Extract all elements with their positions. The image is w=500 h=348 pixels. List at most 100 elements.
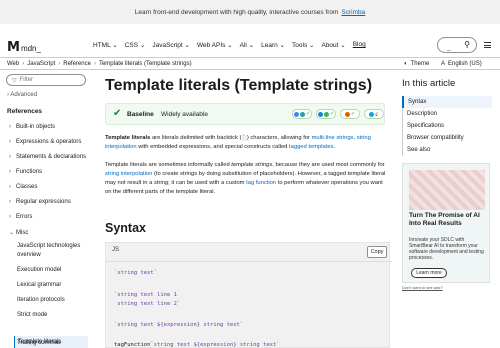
chevron-right-icon: › (9, 184, 11, 190)
ad-headline: Turn The Promise of AI Into Real Results (409, 212, 480, 227)
chevron-right-icon: › (9, 139, 11, 145)
sidebar-item-expressions[interactable]: › Expressions & operators (9, 139, 81, 145)
menu-icon[interactable] (484, 42, 491, 48)
link-string-interpolation[interactable]: string interpolation (105, 171, 152, 177)
nav-all[interactable]: All ⌄ (240, 41, 254, 49)
link-tag-function[interactable]: tag function (246, 180, 276, 186)
nav-blog[interactable]: Blog (353, 41, 366, 49)
theme-switcher[interactable]: ◐ Theme (404, 61, 429, 67)
toc-title: In this article (402, 78, 456, 89)
link-multi-line-strings[interactable]: multi-line strings (312, 135, 354, 141)
sidebar-filter-input[interactable]: ▽ Filter (6, 74, 86, 86)
nav-tools[interactable]: Tools ⌄ (292, 41, 314, 49)
nav-web-apis[interactable]: Web APIs ⌄ (197, 41, 233, 49)
code-divider (106, 261, 391, 262)
code-line-4: tagFunction`string text ${expression} st… (114, 342, 280, 348)
chevron-right-icon: › (58, 61, 61, 67)
ad-opt-out-link[interactable]: Don't want to see ads? (402, 285, 443, 290)
text: Template literals are sometimes informal… (105, 162, 232, 168)
sidebar-item-functions[interactable]: › Functions (9, 169, 42, 175)
text: with embedded expressions, and special c… (136, 144, 290, 150)
header-divider (0, 57, 500, 58)
firefox-icon: ✓ (340, 109, 360, 119)
sidebar-item-errors[interactable]: › Errors (9, 214, 32, 220)
toc-item-syntax[interactable]: Syntax (402, 96, 492, 108)
search-button[interactable]: _ ⚲ (437, 37, 477, 53)
toc-item-description[interactable]: Description (402, 108, 492, 120)
promo-banner: Learn front-end development with high qu… (0, 0, 500, 24)
filter-placeholder: Filter (19, 77, 33, 83)
toc-item-specifications[interactable]: Specifications (402, 120, 492, 132)
sidebar-item-label: Functions (16, 169, 43, 175)
chrome-edge-icon: ✓ (292, 109, 312, 119)
intro-paragraph: Template literals are literals delimited… (105, 134, 390, 152)
sidebar-item-lexical-grammar[interactable]: Lexical grammar (17, 281, 61, 290)
code-language: JS (112, 247, 120, 253)
chevron-right-icon: › (9, 154, 11, 160)
advanced-toggle[interactable]: › Advanced (7, 92, 37, 98)
chevron-right-icon: › (9, 214, 11, 220)
sidebar-item-iteration-protocols[interactable]: Iteration protocols (17, 296, 65, 305)
chevron-right-icon: › (9, 169, 11, 175)
tag-function-name: tagFunction (114, 342, 151, 348)
filter-icon: ▽ (12, 77, 17, 84)
sidebar-item-strict-mode[interactable]: Strict mode (17, 311, 47, 320)
link-tagged-templates[interactable]: tagged templates (289, 144, 333, 150)
sidebar-item-label: Misc (16, 230, 29, 236)
advanced-label: Advanced (10, 92, 38, 98)
sidebar-item-misc[interactable]: ⌄ Misc (9, 229, 28, 236)
sidebar-heading: References (7, 108, 43, 115)
mdn-logo[interactable]: M mdn_ (7, 40, 41, 55)
nav-about[interactable]: About ⌄ (321, 41, 345, 49)
banner-link[interactable]: Scrimba (341, 9, 365, 16)
breadcrumb-current[interactable]: Template literals (Template strings) (99, 61, 192, 67)
search-shortcut: _ (447, 44, 451, 51)
text: ) characters, allowing for (246, 135, 312, 141)
sidebar-item-classes[interactable]: › Classes (9, 184, 37, 190)
sidebar-item-label: Classes (16, 184, 38, 190)
search-icon: ⚲ (464, 40, 470, 49)
code-line-3: `string text ${expression} string text` (114, 322, 244, 328)
theme-icon: ◐ (404, 61, 408, 67)
description-paragraph: Template literals are sometimes informal… (105, 161, 390, 197)
sidebar-item-regular-expressions[interactable]: › Regular expressions (9, 199, 71, 205)
breadcrumb-javascript[interactable]: JavaScript (27, 61, 55, 67)
emphasis: template strings (231, 162, 273, 168)
sidebar: ▽ Filter › Advanced References › Built-in… (0, 70, 96, 348)
text: . (333, 144, 336, 150)
sidebar-item-built-in-objects[interactable]: › Built-in objects (9, 124, 55, 130)
chevron-down-icon: ⌄ (374, 112, 380, 118)
chevron-right-icon: › (22, 61, 25, 67)
nav-javascript[interactable]: JavaScript ⌄ (152, 41, 190, 49)
nav-html[interactable]: HTML ⌄ (93, 41, 118, 49)
main-content: Template literals (Template strings) ✔ B… (105, 70, 395, 348)
baseline-status: Widely available (161, 111, 208, 118)
ad-artwork (409, 170, 485, 210)
breadcrumb-web[interactable]: Web (7, 61, 19, 67)
sidebar-item-js-technologies[interactable]: JavaScript technologies overview (17, 242, 89, 260)
breadcrumb: Web › JavaScript › Reference › Template … (7, 61, 192, 67)
advertisement[interactable]: Turn The Promise of AI Into Real Results… (402, 163, 490, 283)
sidebar-item-trailing-commas-label[interactable]: Trailing commas (17, 339, 61, 348)
edge-icon: ✓ (316, 109, 336, 119)
baseline-banner[interactable]: ✔ Baseline Widely available ✓ ✓ ✓ ✓ ⌄ (105, 103, 385, 125)
ad-learn-more-button[interactable]: Learn more (411, 268, 447, 278)
breadcrumb-reference[interactable]: Reference (63, 61, 91, 67)
sidebar-item-label: Built-in objects (16, 124, 56, 130)
code-line-1: `string text` (114, 270, 158, 276)
language-switcher[interactable]: A English (US) (441, 61, 482, 67)
toc-item-browser-compatibility[interactable]: Browser compatibility (402, 132, 492, 144)
baseline-label: Baseline (127, 111, 154, 118)
browser-icons: ✓ ✓ ✓ ✓ (292, 109, 384, 119)
text: are literals delimited with backtick ( (150, 135, 242, 141)
copy-button[interactable]: Copy (367, 246, 387, 258)
sidebar-item-label: Errors (16, 214, 33, 220)
sidebar-item-label: Statements & declarations (16, 154, 87, 160)
site-header: M mdn_ HTML ⌄ CSS ⌄ JavaScript ⌄ Web API… (0, 33, 500, 57)
sidebar-item-execution-model[interactable]: Execution model (17, 266, 61, 275)
nav-css[interactable]: CSS ⌄ (125, 41, 146, 49)
toc-item-see-also[interactable]: See also (402, 144, 492, 156)
sidebar-item-statements[interactable]: › Statements & declarations (9, 154, 86, 160)
code-block: JS Copy `string text` `string text line … (105, 242, 391, 348)
nav-learn[interactable]: Learn ⌄ (261, 41, 285, 49)
